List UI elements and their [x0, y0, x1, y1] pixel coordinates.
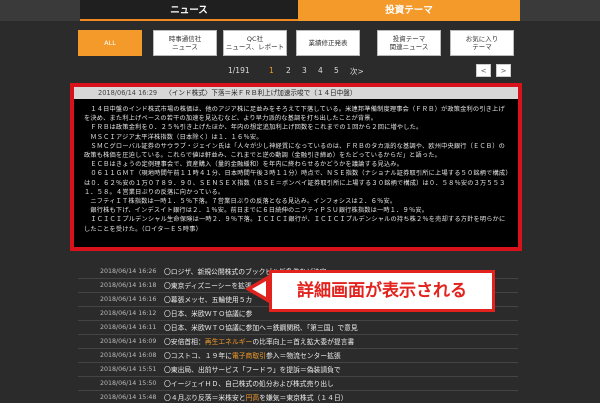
category-qc-news-button[interactable]: QC社 ニュース、レポート [223, 30, 287, 56]
page-link-2[interactable]: 2 [286, 66, 291, 75]
annotation-callout: 詳細画面が表示される [269, 270, 495, 312]
list-item[interactable]: 2018/06/14 15:51 〇東出局、出前サービス「フードラ」を提訴＝偽装… [78, 363, 518, 377]
news-headline: 〇４月ぶり反落＝米株安と円高を嫌気＝東京株式（１４日） [164, 391, 348, 403]
callout-pointer-inner [252, 281, 266, 297]
detail-body: １４日中盤のインド株式市場の株価は、他のアジア株に足並みをそろえて下落している。… [74, 99, 518, 234]
tab-investment-theme[interactable]: 投資テーマ [298, 0, 520, 21]
page-link-1[interactable]: 1 [269, 66, 274, 75]
headline-text: 〇４月ぶり反落＝米株安と [164, 394, 246, 402]
list-item[interactable]: 2018/06/14 16:08 〇コストコ、１９年に電子商取引参入＝物流センタ… [78, 349, 518, 363]
category-favorite-theme-button[interactable]: お気に入り テーマ [450, 30, 514, 56]
detail-paragraph: 銀行株も下げ、インデスイト銀行は２．１％安。前日までに６日続伸のニフティＰＳＵ銀… [84, 207, 429, 215]
headline-text: 〇安倍首相： [164, 338, 205, 346]
top-tab-bar: ニュース 投資テーマ [0, 0, 600, 21]
page-link-3[interactable]: 3 [302, 66, 307, 75]
news-headline: 〇日本、米欧ＷＴＯ協議に参 [164, 310, 253, 318]
news-time: 2018/06/14 16:12 [100, 310, 157, 317]
news-time: 2018/06/14 16:09 [100, 338, 157, 345]
news-headline: 〇コストコ、１９年に電子商取引参入＝物流センター拡張 [164, 349, 341, 362]
news-headline: 〇日本、米欧ＷＴＯ協議に参加へ＝鉄鋼関税、「第三国」で意見 [164, 324, 358, 332]
news-time: 2018/06/14 15:50 [100, 380, 157, 387]
tab-news[interactable]: ニュース [80, 0, 298, 21]
category-earnings-revision-button[interactable]: 業績修正発表 [296, 30, 360, 56]
category-jiji-news-button[interactable]: 時事通信社 ニュース [153, 30, 217, 56]
detail-paragraph: ＳＭＣグローバル証券のサウラブ・ジェイン氏は「人々が少し神経質になっているのは、… [84, 142, 506, 160]
page-link-4[interactable]: 4 [318, 66, 323, 75]
category-filter-bar: ALL 時事通信社 ニュース QC社 ニュース、レポート 業績修正発表 投資テー… [78, 30, 518, 56]
category-theme-news-button[interactable]: 投資テーマ 関連ニュース [377, 30, 441, 56]
news-time: 2018/06/14 16:16 [100, 296, 157, 303]
news-time: 2018/06/14 16:26 [100, 268, 157, 275]
news-headline: 〇東出局、出前サービス「フードラ」を提訴＝偽装請負で [164, 366, 341, 374]
prev-page-button[interactable]: < [476, 64, 491, 77]
theme-keyword-highlight[interactable]: 再生エネルギー [205, 338, 253, 346]
news-time: 2018/06/14 16:08 [100, 352, 157, 359]
theme-keyword-highlight[interactable]: 円高 [246, 394, 260, 402]
list-item[interactable]: 2018/06/14 15:48 〇４月ぶり反落＝米株安と円高を嫌気＝東京株式（… [78, 391, 518, 403]
detail-paragraph: ＭＳＣＩアジア太平洋株指数（日本除く）は１．１６％安。 [84, 133, 263, 141]
headline-text: 〇コストコ、１９年に [164, 352, 232, 360]
detail-paragraph: ＥＣＢはきょうの定例理事会で、資産購入（量的金融緩和）を年内に終わらせるかどうか… [84, 161, 403, 169]
news-headline: 〇イージェイＨＤ、自己株式の処分および株式売り出し [164, 380, 334, 388]
detail-paragraph: ニフティＩＴ株指数は一時１．５％下落。７営業日ぶりの反落となる見込み。インフォシ… [84, 198, 397, 206]
headline-text: の比率向上＝首え拡大委が提言書 [252, 338, 355, 346]
category-all-button[interactable]: ALL [78, 30, 142, 56]
news-time: 2018/06/14 15:51 [100, 366, 157, 373]
detail-time: 2018/06/14 16:29 [98, 89, 158, 97]
news-headline: 〇安倍首相：再生エネルギーの比率向上＝首え拡大委が提言書 [164, 335, 355, 348]
news-detail-panel: 2018/06/14 16:29 〈インド株式〉下落＝米ＦＲＢ利上げ加速示唆で（… [70, 83, 522, 251]
news-time: 2018/06/14 16:18 [100, 282, 157, 289]
list-item[interactable]: 2018/06/14 15:50 〇イージェイＨＤ、自己株式の処分および株式売り… [78, 377, 518, 391]
headline-text: を嫌気＝東京株式（１４日） [259, 394, 348, 402]
detail-headline: 〈インド株式〉下落＝米ＦＲＢ利上げ加速示唆で（１４日中盤） [165, 89, 357, 97]
detail-paragraph: ０６１１ＧＭＴ（現地時間午前１１時４１分、日本時間午後３時１１分）時点で、ＮＳＥ… [84, 170, 509, 196]
headline-text: 参入＝物流センター拡張 [265, 352, 341, 360]
news-time: 2018/06/14 15:48 [100, 394, 157, 401]
detail-paragraph: １４日中盤のインド株式市場の株価は、他のアジア株に足並みをそろえて下落している。… [84, 106, 505, 123]
pagination: 1/191 1 2 3 4 5 次> < > [78, 64, 518, 78]
news-time: 2018/06/14 16:11 [100, 324, 157, 331]
detail-paragraph: ＩＣＩＣＩプルデンシャル生命保険は一時２．９％下落。ＩＣＩＣＩ銀行が、ＩＣＩＣＩ… [84, 216, 506, 233]
list-item[interactable]: 2018/06/14 16:09 〇安倍首相：再生エネルギーの比率向上＝首え拡大… [78, 335, 518, 349]
page-link-5[interactable]: 5 [334, 66, 339, 75]
page-link-next[interactable]: 次> [350, 66, 364, 77]
next-page-button[interactable]: > [496, 64, 511, 77]
detail-header[interactable]: 2018/06/14 16:29 〈インド株式〉下落＝米ＦＲＢ利上げ加速示唆で（… [74, 87, 518, 99]
detail-paragraph: ＦＲＢは政策金利を０．２５％引き上げたほか、年内の想定追加利上げ回数をこれまでの… [84, 124, 423, 132]
list-item[interactable]: 2018/06/14 16:11 〇日本、米欧ＷＴＯ協議に参加へ＝鉄鋼関税、「第… [78, 321, 518, 335]
theme-keyword-highlight[interactable]: 電子商取引 [232, 352, 266, 360]
page-count: 1/191 [228, 66, 250, 75]
news-headline: 〇東京ディズニーシーを拡張 [164, 282, 252, 290]
news-headline: 〇幕張メッセ、五輪使用５カ [164, 296, 253, 304]
